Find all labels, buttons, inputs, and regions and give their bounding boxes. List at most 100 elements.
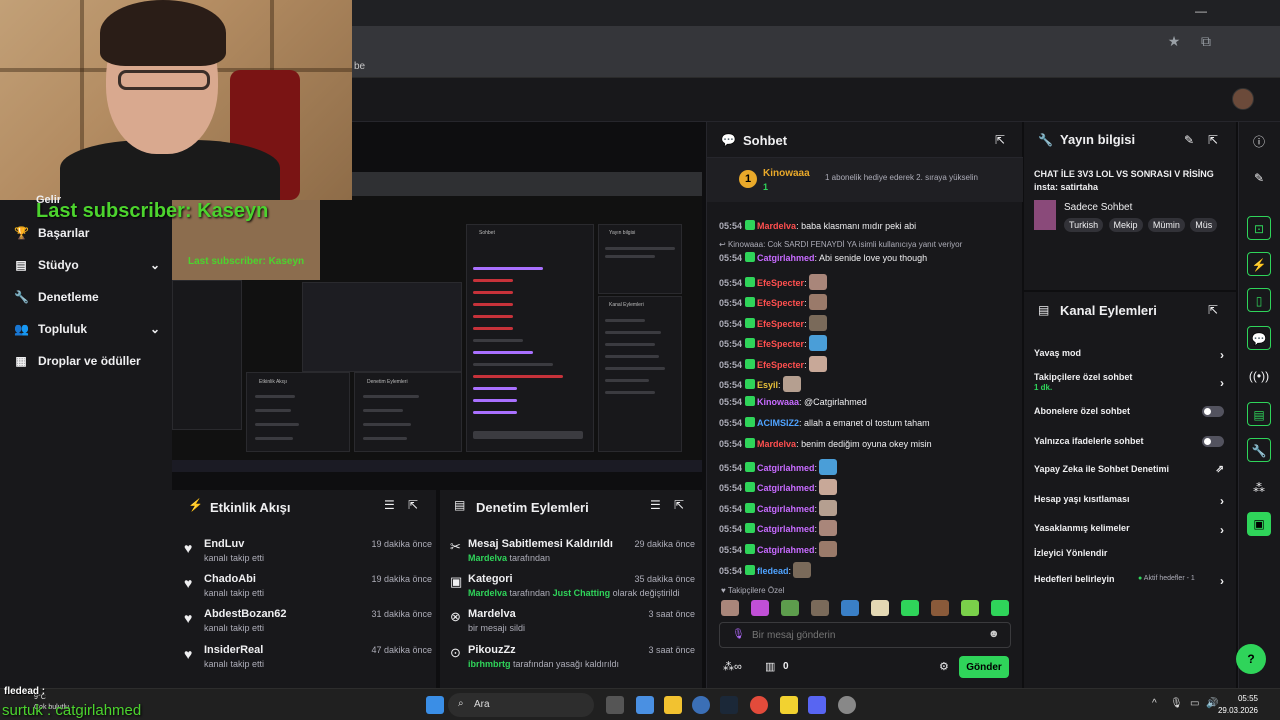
list-icon[interactable]: ▤ (1247, 402, 1271, 426)
message-username[interactable]: fledead (757, 566, 789, 576)
microphone-icon[interactable]: 🎙 (1170, 698, 1183, 709)
app2-icon[interactable] (838, 696, 856, 714)
tag-chip[interactable]: Müs (1190, 218, 1218, 232)
popout-icon[interactable]: ⇱ (995, 133, 1005, 147)
chat-message[interactable]: 05:54 Esyil: (719, 376, 1015, 392)
emote[interactable] (819, 520, 838, 536)
lightning-icon[interactable]: ⚡ (1247, 252, 1271, 276)
activity-item[interactable]: ♥ ChadoAbi 19 dakika önce kanalı takip e… (182, 571, 432, 607)
activity-user[interactable]: AbdestBozan62 (204, 608, 287, 620)
message-username[interactable]: ACIMSIZ2 (757, 418, 799, 428)
minimize-icon[interactable]: — (1195, 4, 1207, 18)
wrench-icon[interactable]: 🔧 (1247, 438, 1271, 462)
activity-user[interactable]: EndLuv (204, 538, 244, 550)
activity-item[interactable]: ♥ InsiderReal 47 dakika önce kanalı taki… (182, 642, 432, 678)
goals-row[interactable]: Hedefleri belirleyin ● Aktif hedefler - … (1034, 574, 1224, 588)
message-username[interactable]: Catgirlahmed (757, 524, 815, 534)
infinity-points-icon[interactable]: ⁂∞ (723, 660, 742, 673)
emote[interactable] (808, 335, 827, 351)
mod-action-item[interactable]: ▣ Kategori 35 dakika önce Mardelva taraf… (450, 571, 695, 607)
sidebar-item-community[interactable]: 👥 Topluluk ⌄ (14, 322, 160, 336)
chat-message[interactable]: 05:54 fledead: (719, 562, 1015, 578)
popout-icon[interactable]: ⇱ (674, 498, 684, 512)
emote[interactable] (793, 562, 812, 578)
microphone-icon[interactable]: 🎙 (732, 629, 745, 640)
task-view-icon[interactable] (606, 696, 624, 714)
emote[interactable] (808, 274, 827, 290)
emote[interactable] (819, 541, 838, 557)
chat-message[interactable]: 05:54 ACIMSIZ2: allah a emanet ol tostum … (719, 417, 1015, 429)
filter-icon[interactable]: ☰ (384, 498, 395, 512)
steam-icon[interactable] (720, 696, 738, 714)
subscribers-only-toggle[interactable] (1202, 406, 1224, 417)
message-username[interactable]: Mardelva (757, 439, 796, 449)
chat-message[interactable]: 05:54 Catgirlahmed: (719, 479, 1015, 495)
notes-icon[interactable]: ▯ (1247, 288, 1271, 312)
gift-leaderboard-banner[interactable]: 1 Kinowaaa 1 1 abonelik hediye ederek 2.… (707, 158, 1023, 202)
popout-icon[interactable]: ⇱ (408, 498, 418, 512)
emote-4[interactable] (811, 600, 829, 616)
emote-8[interactable] (931, 600, 949, 616)
chat-message[interactable]: 05:54 EfeSpecter: (719, 335, 1015, 351)
mod-action-item[interactable]: ⊗ Mardelva 3 saat önce bir mesajı sildi (450, 606, 695, 642)
message-username[interactable]: Catgirlahmed (757, 504, 815, 514)
taskbar-search[interactable]: ⌕ Ara (448, 693, 594, 717)
community-icon[interactable]: ⁂ (1247, 476, 1271, 500)
extensions-icon[interactable]: ⧉ (1198, 33, 1214, 49)
popout-icon[interactable]: ⇱ (1208, 133, 1218, 147)
activity-user[interactable]: ChadoAbi (204, 573, 256, 585)
broadcast-icon[interactable]: ((•)) (1247, 364, 1271, 388)
tag-chip[interactable]: Mekip (1108, 218, 1143, 232)
chat-message[interactable]: 05:54 EfeSpecter: (719, 356, 1015, 372)
account-age-row[interactable]: Hesap yaşı kısıtlaması › (1034, 494, 1224, 508)
message-username[interactable]: Kinowaaa (757, 397, 799, 407)
chat-message[interactable]: 05:54 Catgirlahmed: (719, 541, 1015, 557)
chat-message[interactable]: 05:54 EfeSpecter: (719, 294, 1015, 310)
windows-start-icon[interactable] (426, 696, 444, 714)
ai-moderation-row[interactable]: Yapay Zeka ile Sohbet Denetimi ⇗ (1034, 464, 1224, 475)
message-username[interactable]: EfeSpecter (757, 360, 804, 370)
chrome-icon[interactable] (750, 696, 768, 714)
message-username[interactable]: Catgirlahmed (757, 463, 815, 473)
message-username[interactable]: Esyil (757, 380, 778, 390)
app-icon[interactable] (692, 696, 710, 714)
chat-message[interactable]: 05:54 Mardelva: baba klasmanı mıdır peki … (719, 220, 1015, 232)
message-username[interactable]: EfeSpecter (757, 339, 804, 349)
emote-1[interactable] (721, 600, 739, 616)
emote[interactable] (808, 294, 827, 310)
mod-action-item[interactable]: ⊙ PikouzZz 3 saat önce ibrhmbrtg tarafın… (450, 642, 695, 678)
emote[interactable] (819, 459, 838, 475)
emote[interactable] (782, 376, 801, 392)
bookmark-star-icon[interactable]: ★ (1166, 33, 1182, 49)
emote[interactable] (808, 356, 827, 372)
emote-2[interactable] (751, 600, 769, 616)
settings-gear-icon[interactable]: ⚙ (939, 660, 949, 673)
edit-pencil-icon[interactable]: ✎ (1184, 133, 1194, 147)
edit-icon[interactable]: ✎ (1247, 166, 1271, 190)
emote-only-toggle[interactable] (1202, 436, 1224, 447)
emote[interactable] (819, 479, 838, 495)
activity-item[interactable]: ♥ EndLuv 19 dakika önce kanalı takip ett… (182, 536, 432, 572)
file-explorer-icon[interactable] (664, 696, 682, 714)
network-icon[interactable]: ▭ (1190, 698, 1199, 709)
sidebar-item-moderation[interactable]: 🔧 Denetleme (14, 290, 160, 304)
chat-message[interactable]: 05:54 EfeSpecter: (719, 315, 1015, 331)
message-username[interactable]: Catgirlahmed (757, 253, 815, 263)
chat-input[interactable] (752, 628, 972, 642)
bookmark-label[interactable]: be (354, 61, 365, 72)
slow-mode-row[interactable]: Yavaş mod › (1034, 348, 1224, 362)
leader-name[interactable]: Kinowaaa (763, 168, 810, 179)
emote-5[interactable] (841, 600, 859, 616)
followers-only-row[interactable]: Takipçilere özel sohbet 1 dk. › (1034, 372, 1224, 392)
chat-message[interactable]: 05:54 Catgirlahmed: (719, 500, 1015, 516)
sidebar-item-achievements[interactable]: 🏆 Başarılar (14, 226, 160, 240)
chat-message[interactable]: 05:54 Catgirlahmed: (719, 459, 1015, 475)
send-button[interactable]: Gönder (959, 656, 1009, 678)
discord-icon[interactable] (808, 696, 826, 714)
chat-message[interactable]: 05:54 Mardelva: benim dediğim oyuna okey … (719, 438, 1015, 450)
chat-message[interactable]: 05:54 Kinowaaa: @Catgirlahmed (719, 396, 1015, 408)
activity-item[interactable]: ♥ AbdestBozan62 31 dakika önce kanalı ta… (182, 606, 432, 642)
message-username[interactable]: Mardelva (757, 221, 796, 231)
emoji-icon[interactable]: ☻ (988, 628, 1000, 640)
calculator-icon[interactable] (636, 696, 654, 714)
